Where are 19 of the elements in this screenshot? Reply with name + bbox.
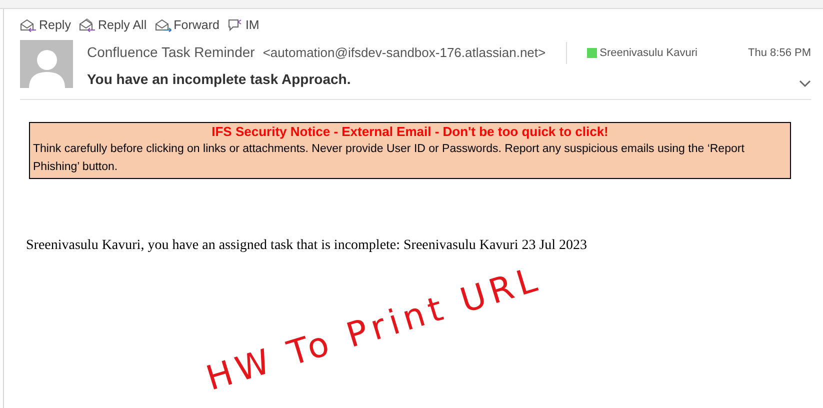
sender-address: <automation@ifsdev-sandbox-176.atlassian.net> <box>262 44 546 62</box>
handwritten-annotation: HW To Print URL <box>202 262 546 396</box>
sent-time: Thu 8:56 PM <box>748 46 811 60</box>
envelope-icon <box>20 18 37 32</box>
toolbar-button[interactable]: IM <box>227 16 260 35</box>
chat-icon <box>227 18 244 33</box>
envelope-icon <box>154 18 172 32</box>
recipient-name: Sreenivasulu Kavuri <box>600 46 698 60</box>
chevron-down-icon[interactable] <box>799 80 811 88</box>
sender-name: Confluence Task Reminder <box>87 43 255 62</box>
email-subject: You have an incomplete task Approach. <box>87 70 351 89</box>
toolbar-button[interactable]: Reply <box>20 16 71 35</box>
envelope-icon <box>78 18 96 32</box>
notice-title: IFS Security Notice - External Email - Don't be too quick to click! <box>210 122 610 140</box>
toolbar-button[interactable]: Reply All <box>78 16 147 35</box>
body-text: Sreenivasulu Kavuri, you have an assigned task that is incomplete: Sreenivasulu Kavuri 23 Jul 2023 <box>26 236 588 255</box>
avatar-silhouette <box>20 40 73 88</box>
toolbar-button[interactable]: Forward <box>154 16 220 35</box>
notice-text: Think carefully before clicking on links or attachments. Never provide User ID or Passwords. Report any suspicious emails using the ‘Report Phishing’ button. <box>33 142 746 175</box>
